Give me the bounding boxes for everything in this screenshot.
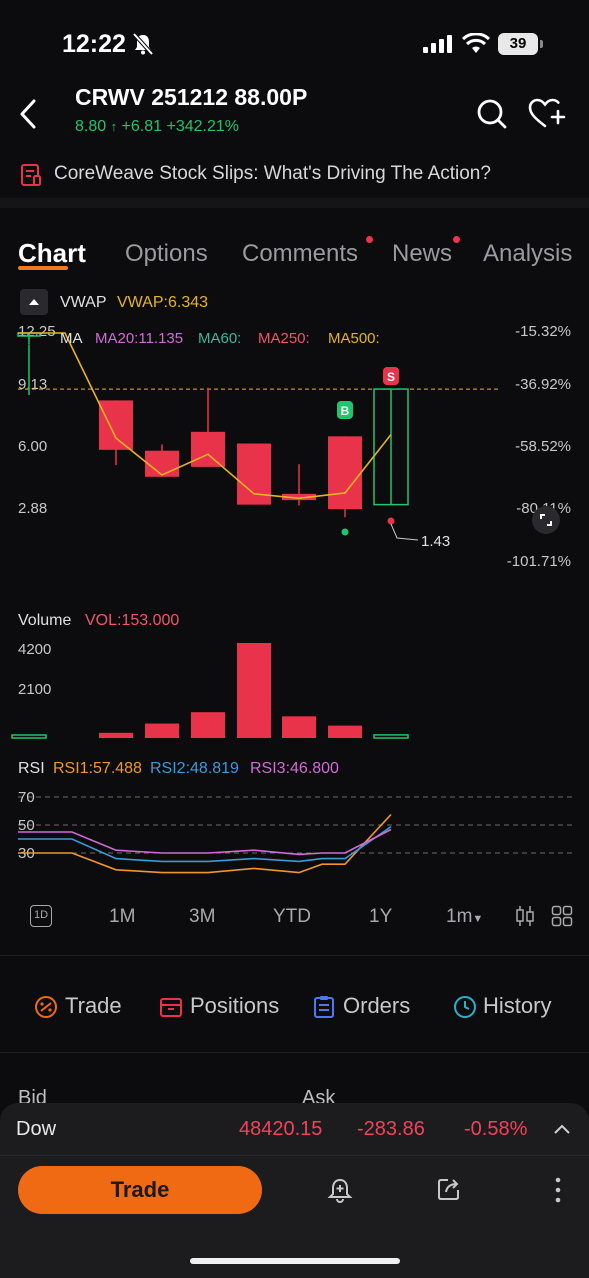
rsi-chart: 705030 (18, 789, 572, 874)
up-arrow-icon: ↑ (110, 119, 118, 134)
section-divider (0, 1052, 589, 1053)
candle-type-icon[interactable] (515, 905, 535, 927)
sell-marker-label: S (387, 370, 395, 384)
tab-analysis[interactable]: Analysis (483, 240, 572, 268)
rsi-line (18, 828, 392, 856)
tab-news[interactable]: News (392, 240, 452, 268)
trade-icon (35, 996, 57, 1018)
price-alert-icon[interactable] (326, 1176, 354, 1204)
action-positions[interactable]: Positions (190, 993, 279, 1019)
search-icon[interactable] (476, 98, 508, 130)
candle-body (328, 436, 362, 510)
more-options-icon[interactable] (553, 1176, 563, 1204)
candle-body (99, 400, 133, 450)
volume-bar (191, 712, 225, 738)
period-1m[interactable]: 1M (109, 906, 135, 928)
candle-body (145, 450, 179, 477)
battery-indicator: 39 (498, 33, 538, 55)
trade-button[interactable]: Trade (18, 1166, 262, 1214)
volume-chart (11, 643, 409, 739)
action-orders[interactable]: Orders (343, 993, 410, 1019)
wifi-icon (462, 33, 490, 53)
active-tab-indicator (18, 266, 68, 270)
rsi-line (18, 813, 392, 874)
action-trade[interactable]: Trade (65, 993, 122, 1019)
signal-icon (423, 35, 452, 53)
fullscreen-button[interactable] (532, 506, 560, 534)
price-change-pct: +342.21% (166, 118, 239, 135)
orders-icon (314, 996, 334, 1018)
interval-label: 1m (446, 906, 473, 927)
low-price-label: 1.43 (421, 533, 450, 550)
collapse-indicator-toggle[interactable] (20, 289, 48, 315)
rsi-line (18, 826, 392, 863)
candle-body (191, 431, 225, 467)
volume-bar (373, 734, 409, 739)
chevron-up-icon[interactable] (553, 1122, 571, 1136)
tab-options[interactable]: Options (125, 240, 208, 268)
caret-down-icon: ▼ (472, 913, 484, 925)
section-divider (0, 955, 589, 956)
index-name[interactable]: Dow (16, 1118, 56, 1141)
status-time: 12:22 (62, 30, 126, 58)
news-headline[interactable]: CoreWeave Stock Slips: What's Driving Th… (54, 163, 491, 185)
rsi-label: RSI (18, 760, 45, 777)
ma250-value: MA250: (258, 330, 310, 347)
ma500-value: MA500: (328, 330, 380, 347)
back-arrow-icon[interactable] (16, 98, 44, 130)
buy-dot (341, 528, 349, 536)
period-ytd[interactable]: YTD (273, 906, 311, 928)
add-to-watchlist-icon[interactable] (528, 98, 566, 130)
vwap-label[interactable]: VWAP (60, 294, 107, 312)
index-change: -283.86 (357, 1118, 425, 1140)
rsi2-value: RSI2:48.819 (150, 760, 239, 777)
period-3m[interactable]: 3M (189, 906, 215, 928)
volume-label: Volume (18, 612, 72, 629)
news-notification-dot (453, 236, 460, 243)
index-change-pct: -0.58% (464, 1118, 528, 1140)
share-icon[interactable] (436, 1176, 462, 1202)
buy-marker-label: B (341, 404, 350, 418)
triangle-up-icon (29, 299, 39, 305)
period-1y[interactable]: 1Y (369, 906, 392, 928)
volume-value: VOL:153.000 (85, 612, 180, 629)
rsi3-value: RSI3:46.800 (250, 760, 339, 777)
volume-bar (328, 725, 362, 738)
volume-bar (237, 643, 271, 738)
history-icon (454, 996, 476, 1018)
tab-chart[interactable]: Chart (18, 238, 86, 269)
sell-dot (387, 517, 395, 525)
volume-bar (11, 734, 47, 739)
volume-bar (99, 732, 133, 738)
tab-comments[interactable]: Comments (242, 240, 358, 268)
ma60-value: MA60: (198, 330, 242, 347)
candlestick-chart[interactable]: B S 1.43 (0, 320, 589, 560)
vwap-value: VWAP:6.343 (117, 294, 209, 311)
period-1d[interactable]: 1D (30, 905, 52, 927)
last-price: 8.80 (75, 118, 107, 135)
news-icon (21, 164, 41, 186)
battery-tip (540, 40, 543, 48)
layout-grid-icon[interactable] (551, 905, 573, 927)
ma20-value: MA20:11.135 (95, 330, 184, 347)
page-title: CRWV 251212 88.00P (75, 84, 308, 110)
index-price: 48420.15 (239, 1118, 323, 1140)
section-divider (0, 1155, 589, 1156)
action-history[interactable]: History (483, 993, 551, 1019)
expand-icon (540, 514, 552, 526)
price-change: +6.81 (121, 118, 163, 135)
interval-dropdown[interactable]: 1m▼ (446, 906, 483, 928)
bell-off-icon (132, 32, 154, 56)
home-indicator (190, 1258, 400, 1264)
comments-notification-dot (366, 236, 373, 243)
rsi-tick: 70 (18, 789, 35, 806)
volume-bar (145, 723, 179, 738)
section-divider (0, 198, 589, 208)
ma-label[interactable]: MA (60, 330, 83, 347)
positions-icon (160, 998, 182, 1017)
volume-bar (282, 716, 316, 738)
rsi1-value: RSI1:57.488 (53, 760, 142, 777)
price-line: 8.80 ↑ +6.81 +342.21% (75, 118, 239, 136)
low-leader-line (390, 523, 419, 541)
